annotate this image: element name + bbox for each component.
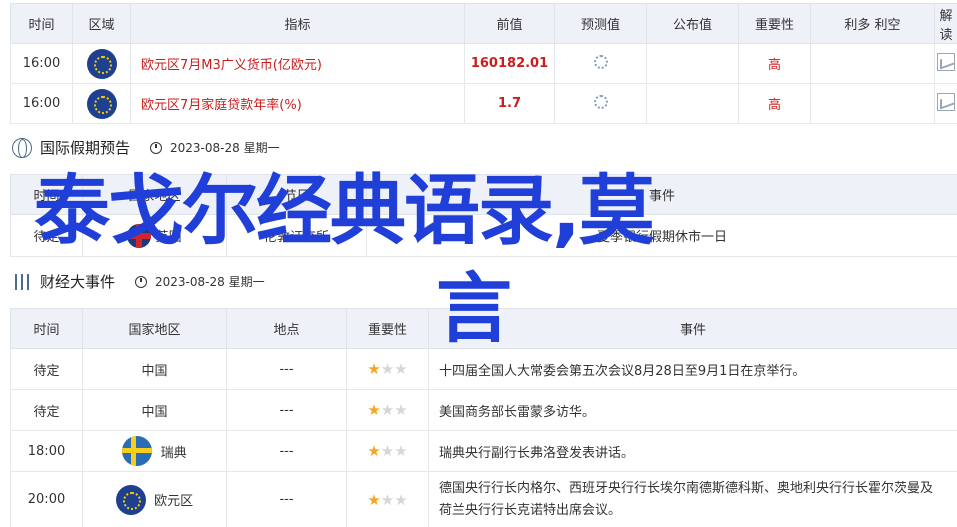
- row-time: 待定: [10, 389, 83, 431]
- table-row[interactable]: 16:00 欧元区7月家庭贷款年率(%) 1.7 高: [10, 83, 957, 124]
- place: ---: [226, 389, 347, 431]
- indicator-link[interactable]: 欧元区7月家庭贷款年率(%): [130, 83, 465, 124]
- sweden-flag-icon: [122, 436, 153, 466]
- loading-icon: [593, 94, 608, 109]
- loading-icon: [593, 54, 608, 69]
- col-actual: 公布值: [646, 3, 739, 44]
- eu-flag-icon: [115, 484, 146, 515]
- col-prev: 前值: [464, 3, 555, 44]
- holiday-section-header: 国际假期预告 2023-08-28 星期一: [12, 137, 280, 158]
- indicator-link[interactable]: 欧元区7月M3广义货币(亿欧元): [130, 43, 465, 84]
- eu-flag-icon: [86, 88, 117, 119]
- col-interpret: 解读: [934, 3, 957, 44]
- economic-calendar-table: 时间 区域 指标 前值 预测值 公布值 重要性 利多 利空 解读 16:00 欧…: [10, 3, 957, 124]
- importance-value: 高: [738, 83, 811, 124]
- importance-value: 高: [738, 43, 811, 84]
- importance-stars: ★★★: [346, 430, 429, 472]
- importance-stars: ★★★: [346, 389, 429, 431]
- holiday-title: 国际假期预告: [40, 139, 131, 157]
- globe-icon: [12, 137, 32, 158]
- prev-value: 1.7: [464, 83, 555, 124]
- event-text: 瑞典央行副行长弗洛登发表讲话。: [428, 430, 957, 472]
- row-time: 18:00: [10, 430, 83, 472]
- country-name: 欧元区: [154, 494, 194, 509]
- event-text: 美国商务部长雷蒙多访华。: [428, 389, 957, 431]
- col-forecast: 预测值: [554, 3, 647, 44]
- sliders-icon: [12, 272, 32, 292]
- place: ---: [226, 471, 347, 527]
- table-row[interactable]: 16:00 欧元区7月M3广义货币(亿欧元) 160182.01 高: [10, 43, 957, 84]
- table-row: 18:00 瑞典 --- ★★★ 瑞典央行副行长弗洛登发表讲话。: [10, 430, 957, 472]
- chart-icon[interactable]: [937, 52, 955, 71]
- row-time: 16:00: [10, 83, 73, 124]
- clock-icon: [150, 141, 163, 154]
- col-indicator: 指标: [130, 3, 465, 44]
- holiday-date: 2023-08-28 星期一: [170, 141, 280, 155]
- place: ---: [226, 430, 347, 472]
- calendar-header-row: 时间 区域 指标 前值 预测值 公布值 重要性 利多 利空 解读: [10, 3, 957, 44]
- prev-value: 160182.01: [464, 43, 555, 84]
- importance-stars: ★★★: [346, 471, 429, 527]
- overlay-line-1: 泰戈尔经典语录,莫: [34, 166, 655, 255]
- col-region: 区域: [72, 3, 131, 44]
- table-row: 20:00 欧元区 --- ★★★ 德国央行行长内格尔、西班牙央行行长埃尔南德斯…: [10, 471, 957, 527]
- col-time: 时间: [10, 3, 73, 44]
- chart-icon[interactable]: [937, 92, 955, 111]
- row-time: 16:00: [10, 43, 73, 84]
- eu-flag-icon: [86, 48, 117, 79]
- event-text: 德国央行行长内格尔、西班牙央行行长埃尔南德斯德科斯、奥地利央行行长霍尔茨曼及荷兰…: [428, 471, 957, 527]
- overlay-headline: 泰戈尔经典语录,莫 言: [34, 162, 914, 358]
- country-name: 瑞典: [160, 445, 187, 461]
- col-impact: 利多 利空: [810, 3, 935, 44]
- country-name: 中国: [82, 389, 227, 431]
- row-time: 20:00: [10, 471, 83, 527]
- col-importance: 重要性: [738, 3, 811, 44]
- table-row: 待定 中国 --- ★★★ 美国商务部长雷蒙多访华。: [10, 389, 957, 431]
- overlay-line-2: 言: [436, 264, 512, 353]
